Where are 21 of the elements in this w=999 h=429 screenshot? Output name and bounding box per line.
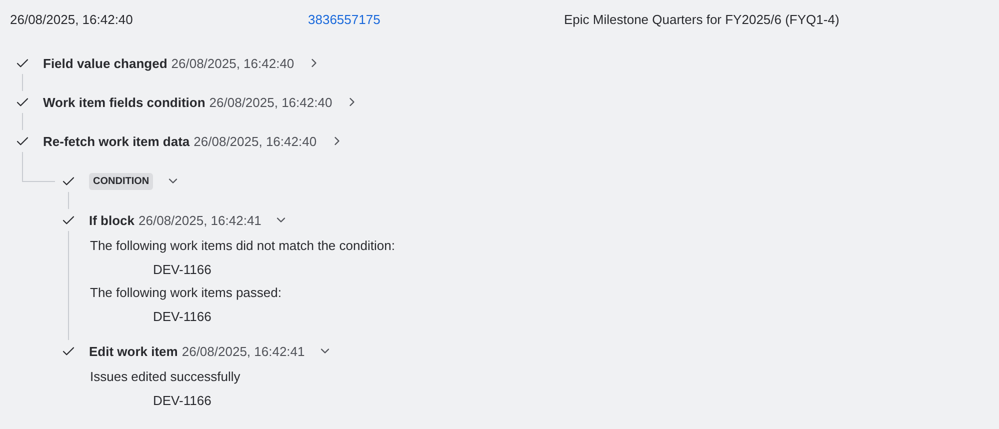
- step-time: 26/08/2025, 16:42:40: [194, 134, 317, 148]
- work-item-link[interactable]: 3836557175: [308, 12, 564, 26]
- step-time: 26/08/2025, 16:42:41: [182, 344, 305, 358]
- condition-tag: CONDITION: [89, 172, 154, 190]
- work-item-key: DEV-1166: [90, 258, 395, 281]
- result-message: Issues edited successfully: [90, 368, 242, 386]
- step-title: If block: [89, 212, 135, 228]
- work-item-summary: Epic Milestone Quarters for FY2025/6 (FYQ1-4): [564, 12, 840, 26]
- work-item-key: DEV-1166: [90, 304, 395, 328]
- step-title: Work item fields condition: [43, 94, 206, 110]
- step-title: Edit work item: [89, 344, 178, 358]
- timestamp: 26/08/2025, 16:42:40: [10, 12, 134, 26]
- step-time: 26/08/2025, 16:42:40: [209, 94, 332, 110]
- step-time: 26/08/2025, 16:42:40: [171, 56, 294, 70]
- step-title: Field value changed: [43, 56, 168, 70]
- work-item-key: DEV-1166: [90, 388, 395, 412]
- result-message: The following work items did not match the condition:: [90, 237, 395, 255]
- step-time: 26/08/2025, 16:42:41: [138, 212, 262, 228]
- tree-connector-line: [22, 152, 55, 182]
- result-message: The following work items passed:: [90, 284, 282, 302]
- step-title: Re-fetch work item data: [43, 134, 190, 148]
